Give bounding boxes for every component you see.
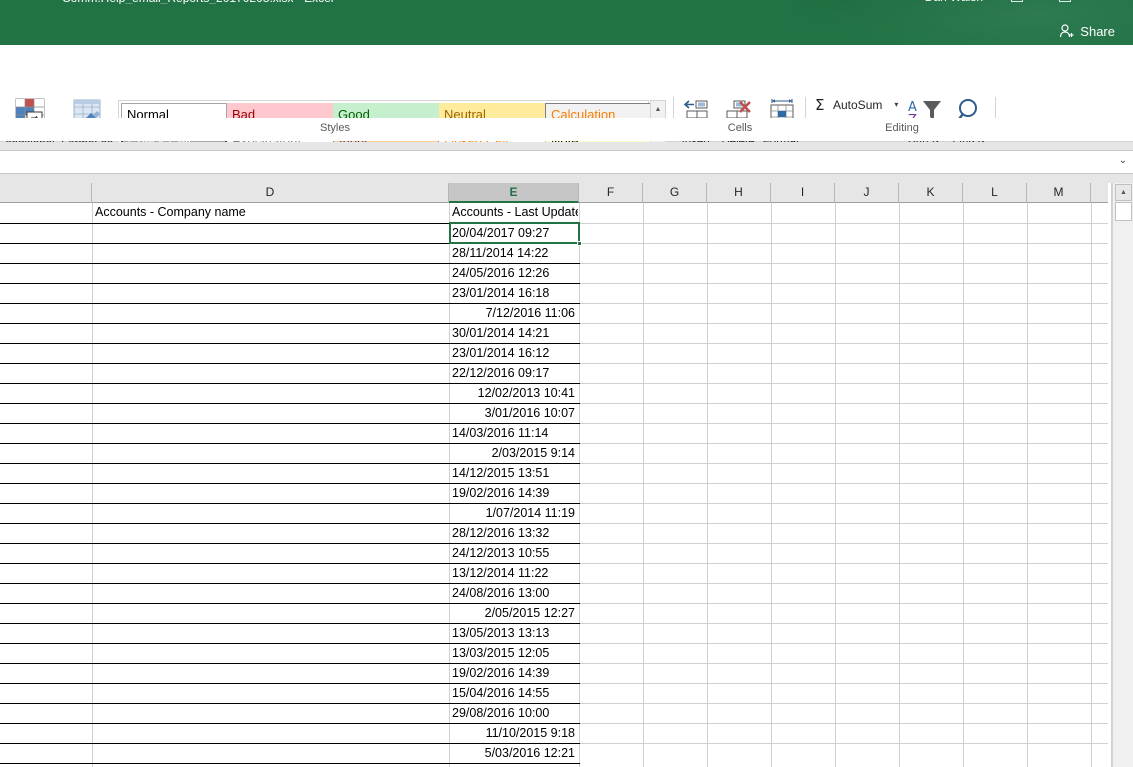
cell-E2[interactable]: 28/11/2014 14:22 (450, 244, 577, 263)
share-button[interactable]: Share (1052, 18, 1121, 44)
column-header-F[interactable]: F (579, 183, 643, 203)
cell-E21[interactable]: 13/05/2013 13:13 (450, 624, 577, 643)
vertical-scrollbar[interactable]: ▲ (1112, 183, 1133, 767)
user-account-name[interactable]: Dan Walsh (925, 0, 983, 3)
column-header-M[interactable]: M (1027, 183, 1091, 203)
column-header-E[interactable]: E (449, 183, 579, 203)
column-header-J[interactable]: J (835, 183, 899, 203)
header-cell-E[interactable]: Accounts - Last Updated (450, 203, 578, 222)
row-gridline (580, 223, 1108, 224)
row-gridline (580, 683, 1108, 684)
row-gridline (580, 423, 1108, 424)
row-gridline (580, 263, 1108, 264)
row-gridline (580, 603, 1108, 604)
cell-E19[interactable]: 24/08/2016 13:00 (450, 584, 577, 603)
restore-button[interactable] (1059, 0, 1071, 2)
share-label: Share (1080, 23, 1115, 39)
formula-bar-row: ⌄ (0, 142, 1133, 183)
column-header-H[interactable]: H (707, 183, 771, 203)
column-header-L[interactable]: L (963, 183, 1027, 203)
title-bar: Comm.Help_email_Reports_20170208.xlsx - … (0, 0, 1133, 45)
row-gridline (580, 623, 1108, 624)
cell-E1[interactable]: 20/04/2017 09:27 (450, 224, 577, 243)
cell-E23[interactable]: 19/02/2016 14:39 (450, 664, 577, 683)
row-gridline (580, 303, 1108, 304)
minimize-button[interactable] (1011, 0, 1023, 2)
cell-E20[interactable]: 2/05/2015 12:27 (450, 604, 577, 623)
cell-E27[interactable]: 5/03/2016 12:21 (450, 744, 577, 763)
group-label-editing: Editing (885, 122, 919, 134)
row-gridline (580, 743, 1108, 744)
cell-E10[interactable]: 3/01/2016 10:07 (450, 404, 577, 423)
cell-E14[interactable]: 19/02/2016 14:39 (450, 484, 577, 503)
cell-E26[interactable]: 11/10/2015 9:18 (450, 724, 577, 743)
column-header-partial[interactable] (0, 183, 92, 203)
cell-E17[interactable]: 24/12/2013 10:55 (450, 544, 577, 563)
sigma-icon: Σ (815, 97, 824, 112)
ribbon-group-labels: Styles Cells Editing ⌃ (0, 118, 1133, 253)
row-border (0, 763, 580, 764)
cell-E16[interactable]: 28/12/2016 13:32 (450, 524, 577, 543)
autosum-label: AutoSum (833, 97, 883, 112)
fill-handle[interactable] (577, 241, 582, 246)
document-title: Comm.Help_email_Reports_20170208.xlsx - … (62, 0, 582, 4)
cell-E25[interactable]: 29/08/2016 10:00 (450, 704, 577, 723)
cell-E13[interactable]: 14/12/2015 13:51 (450, 464, 577, 483)
row-gridline (580, 283, 1108, 284)
column-header-I[interactable]: I (771, 183, 835, 203)
autosum-button[interactable]: Σ AutoSum ▾ (814, 97, 898, 112)
row-gridline (580, 643, 1108, 644)
cell-E8[interactable]: 22/12/2016 09:17 (450, 364, 577, 383)
grid-cells[interactable]: Accounts - Company name Accounts - Last U… (0, 203, 1108, 767)
row-gridline (580, 503, 1108, 504)
styles-scroll-up-button[interactable]: ▲ (651, 101, 665, 119)
row-gridline (580, 243, 1108, 244)
row-gridline (580, 723, 1108, 724)
column-header-D[interactable]: D (92, 183, 449, 203)
expand-formula-bar-button[interactable]: ⌄ (1119, 154, 1127, 168)
chevron-down-icon: ▾ (894, 100, 899, 109)
cell-E12[interactable]: 2/03/2015 9:14 (450, 444, 577, 463)
cell-E5[interactable]: 7/12/2016 11:06 (450, 304, 577, 323)
formula-input[interactable] (0, 150, 1133, 174)
row-gridline (580, 483, 1108, 484)
row-gridline (580, 563, 1108, 564)
cell-E6[interactable]: 30/01/2014 14:21 (450, 324, 577, 343)
row-gridline (580, 523, 1108, 524)
row-gridline (580, 323, 1108, 324)
row-gridline (580, 443, 1108, 444)
header-cell-D[interactable]: Accounts - Company name (93, 203, 448, 222)
row-gridline (580, 463, 1108, 464)
row-gridline (580, 543, 1108, 544)
cell-E9[interactable]: 12/02/2013 10:41 (450, 384, 577, 403)
scrollbar-thumb[interactable] (1115, 202, 1132, 221)
row-gridline (580, 363, 1108, 364)
cell-E11[interactable]: 14/03/2016 11:14 (450, 424, 577, 443)
person-add-icon (1060, 23, 1074, 37)
group-label-styles: Styles (320, 122, 350, 134)
column-header-K[interactable]: K (899, 183, 963, 203)
close-button[interactable]: ✕ (1101, 0, 1111, 3)
column-headers[interactable]: DEFGHIJKLM (0, 183, 1108, 203)
cell-E15[interactable]: 1/07/2014 11:19 (450, 504, 577, 523)
svg-text:Σ: Σ (815, 97, 824, 112)
scroll-up-button[interactable]: ▲ (1115, 184, 1132, 201)
column-header-G[interactable]: G (643, 183, 707, 203)
cell-E18[interactable]: 13/12/2014 11:22 (450, 564, 577, 583)
cell-E24[interactable]: 15/04/2016 14:55 (450, 684, 577, 703)
group-label-cells: Cells (727, 122, 753, 134)
row-gridline (580, 583, 1108, 584)
cell-E4[interactable]: 23/01/2014 16:18 (450, 284, 577, 303)
row-gridline (580, 343, 1108, 344)
cell-E3[interactable]: 24/05/2016 12:26 (450, 264, 577, 283)
row-gridline (580, 663, 1108, 664)
row-gridline (580, 703, 1108, 704)
cell-E22[interactable]: 13/03/2015 12:05 (450, 644, 577, 663)
spreadsheet-grid[interactable]: DEFGHIJKLM Accounts - Company name Accoun… (0, 183, 1133, 767)
cell-E7[interactable]: 23/01/2014 16:12 (450, 344, 577, 363)
row-gridline (580, 403, 1108, 404)
row-gridline (580, 383, 1108, 384)
